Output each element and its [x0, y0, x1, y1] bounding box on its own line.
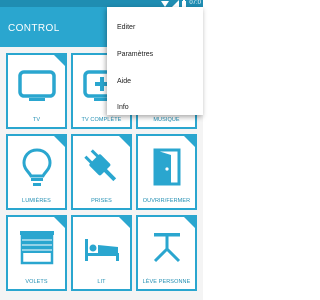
menu-item-parametres[interactable]: Paramètres — [117, 51, 153, 58]
status-bar: 07:0 — [0, 0, 203, 7]
tile-label: TV — [32, 117, 41, 123]
tile-volets[interactable]: VOLETS — [6, 215, 67, 291]
tile-label: LIT — [97, 279, 106, 285]
tv-icon — [17, 70, 56, 101]
tile-label: MUSIQUE — [153, 117, 180, 123]
menu-item-info[interactable]: Info — [117, 104, 129, 111]
menu-item-editer[interactable]: Editer — [117, 24, 135, 31]
tile-label: TV COMPLÈTE — [81, 117, 122, 123]
plug-icon — [83, 149, 116, 182]
wifi-icon — [161, 1, 170, 7]
tile-leve-personne[interactable]: LÈVE PERSONNE — [136, 215, 197, 291]
tile-tv[interactable]: TV — [6, 53, 67, 129]
tile-label: LUMIÈRES — [22, 198, 51, 204]
menu-item-aide[interactable]: Aide — [117, 78, 131, 85]
tile-ouvrir-fermer[interactable]: OUVRIR/FERMER — [136, 134, 197, 210]
shutter-icon — [19, 231, 54, 265]
door-icon — [153, 148, 180, 186]
tile-prises[interactable]: PRISES — [71, 134, 132, 210]
lift-icon — [153, 233, 180, 263]
tile-label: LÈVE PERSONNE — [142, 279, 191, 285]
tile-label: OUVRIR/FERMER — [142, 198, 191, 204]
tile-label: VOLETS — [25, 279, 48, 285]
tile-lit[interactable]: LIT — [71, 215, 132, 291]
battery-icon — [182, 0, 187, 7]
signal-icon — [172, 0, 180, 7]
bed-icon — [84, 239, 119, 261]
app-title: CONTROL — [8, 23, 60, 34]
tile-lumieres[interactable]: LUMIÈRES — [6, 134, 67, 210]
tile-label: PRISES — [91, 198, 112, 204]
lightbulb-icon — [21, 148, 52, 186]
overflow-menu: Editer Paramètres Aide Info — [107, 7, 203, 115]
